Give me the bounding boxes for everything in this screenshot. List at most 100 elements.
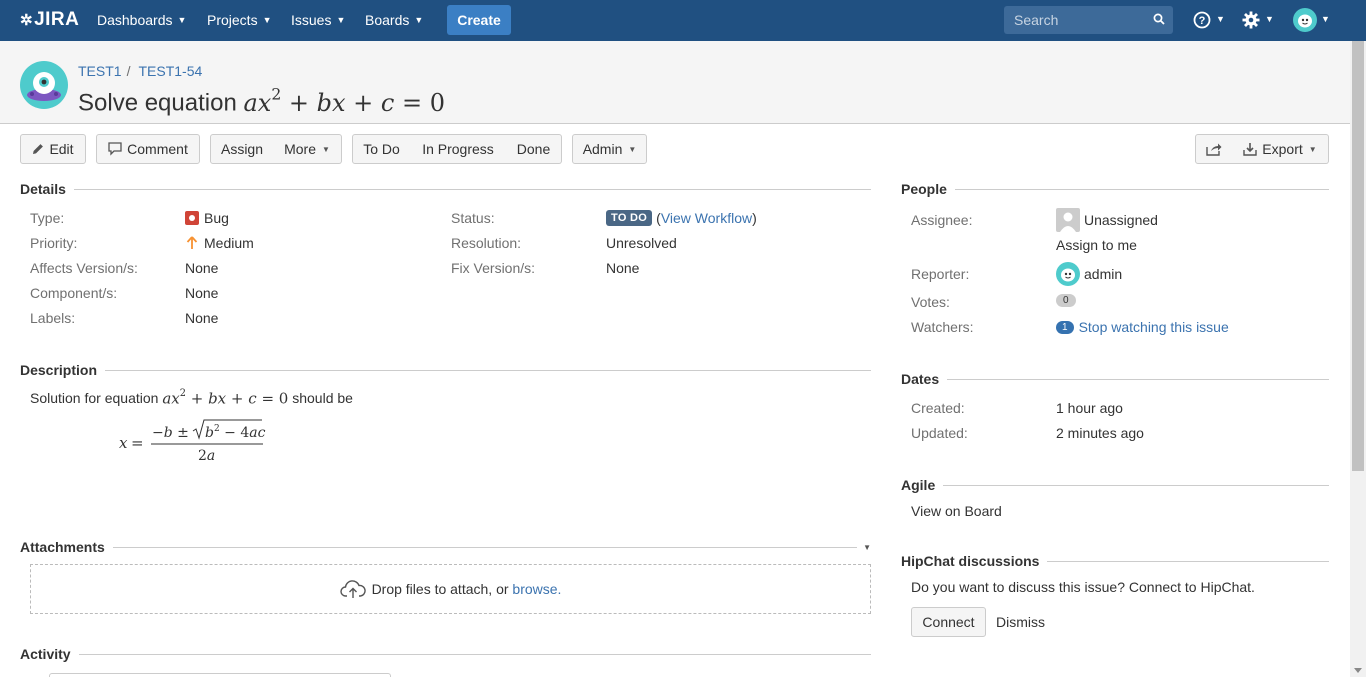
status-lozenge: TO DO — [606, 210, 653, 226]
divider — [73, 188, 871, 190]
breadcrumb-issue-link[interactable]: TEST1-54 — [138, 63, 202, 79]
type-value[interactable]: Bug — [185, 210, 229, 226]
watchers-count-badge[interactable]: 1 — [1056, 320, 1074, 334]
connect-button[interactable]: Connect — [911, 607, 986, 637]
attachments-section-header[interactable]: Attachments ▼ — [20, 539, 871, 555]
dates-heading: Dates — [901, 371, 940, 387]
done-transition-button[interactable]: Done — [506, 134, 562, 164]
affects-versions-value[interactable]: None — [185, 260, 218, 276]
chevron-down-icon: ▼ — [262, 15, 272, 25]
nav-dashboards-label: Dashboards — [97, 12, 173, 28]
in-progress-transition-button[interactable]: In Progress — [410, 134, 507, 164]
comment-button-label: Comment — [127, 141, 188, 157]
activity-tabs[interactable] — [49, 673, 391, 677]
nav-boards[interactable]: Boards ▼ — [365, 12, 423, 28]
page-scrollbar[interactable] — [1350, 41, 1366, 677]
details-section-header[interactable]: Details — [20, 181, 871, 197]
fix-versions-value[interactable]: None — [606, 260, 639, 276]
divider — [947, 378, 1329, 380]
reporter-avatar-icon — [1056, 262, 1080, 286]
nav-issues-label: Issues — [291, 12, 332, 28]
svg-text:−b ±: −b ± — [152, 425, 189, 441]
gear-icon[interactable] — [1242, 11, 1260, 29]
agile-section-header[interactable]: Agile — [901, 477, 1329, 493]
components-value[interactable]: None — [185, 285, 218, 301]
scroll-down-arrow-icon[interactable] — [1354, 668, 1362, 673]
breadcrumb-project-link[interactable]: TEST1 — [78, 63, 122, 79]
assignee-label: Assignee: — [911, 212, 973, 228]
comment-button[interactable]: Comment — [96, 134, 200, 164]
description-body[interactable]: Solution for equation ax2 + bx + c = 0 s… — [30, 388, 353, 407]
fix-versions-label: Fix Version/s: — [451, 260, 536, 276]
search-icon[interactable] — [1153, 13, 1165, 25]
attachments-options-chevron-icon[interactable]: ▼ — [863, 543, 871, 552]
cloud-upload-icon — [339, 580, 366, 598]
issue-title-text: Solve equation — [78, 89, 237, 117]
user-chevron-down-icon[interactable]: ▼ — [1321, 14, 1330, 24]
view-workflow-link[interactable]: View Workflow — [661, 210, 752, 226]
issue-summary-title[interactable]: Solve equation ax2 + bx + c = 0 — [78, 85, 445, 118]
more-button[interactable]: More ▼ — [273, 134, 342, 164]
watchers-label: Watchers: — [911, 319, 974, 335]
priority-value[interactable]: Medium — [185, 235, 254, 251]
assignee-value[interactable]: Unassigned — [1056, 208, 1158, 232]
activity-section-header[interactable]: Activity — [20, 646, 871, 662]
search-input[interactable] — [1004, 6, 1149, 34]
scrollbar-thumb[interactable] — [1352, 41, 1364, 471]
quadratic-formula-equation: x = −b ± b2 − 4ac 2a — [119, 419, 266, 464]
jira-logo[interactable]: ✲ JIRA — [20, 9, 79, 31]
divider — [943, 484, 1329, 486]
nav-projects-label: Projects — [207, 12, 258, 28]
reporter-value-text: admin — [1084, 266, 1123, 282]
nav-projects[interactable]: Projects ▼ — [207, 12, 272, 28]
edit-button[interactable]: Edit — [20, 134, 86, 164]
view-on-board-link[interactable]: View on Board — [911, 503, 1002, 519]
export-download-icon — [1243, 143, 1257, 156]
updated-value: 2 minutes ago — [1056, 425, 1144, 441]
svg-text:=: = — [131, 434, 144, 452]
share-icon — [1206, 143, 1222, 156]
reporter-value[interactable]: admin — [1056, 262, 1122, 286]
dismiss-link[interactable]: Dismiss — [996, 614, 1045, 630]
hipchat-prompt-text: Do you want to discuss this issue? Conne… — [911, 579, 1255, 595]
todo-transition-button[interactable]: To Do — [352, 134, 411, 164]
create-button[interactable]: Create — [447, 5, 511, 35]
watchers-value: 1 Stop watching this issue — [1056, 319, 1229, 335]
activity-heading: Activity — [20, 646, 71, 662]
labels-value[interactable]: None — [185, 310, 218, 326]
attachment-drop-zone[interactable]: Drop files to attach, or browse. — [30, 564, 871, 614]
nav-dashboards[interactable]: Dashboards ▼ — [97, 12, 186, 28]
browse-link[interactable]: browse. — [512, 581, 561, 597]
description-text-before: Solution for equation — [30, 389, 159, 406]
help-icon[interactable]: ? — [1193, 11, 1211, 29]
export-button[interactable]: Export ▼ — [1232, 134, 1329, 164]
dates-section-header[interactable]: Dates — [901, 371, 1329, 387]
project-avatar-icon[interactable] — [20, 61, 68, 109]
resolution-label: Resolution: — [451, 235, 522, 251]
votes-value[interactable]: 0 — [1056, 294, 1076, 307]
jira-logo-icon: ✲ — [20, 12, 34, 29]
divider — [954, 188, 1329, 190]
chevron-down-icon: ▼ — [321, 144, 330, 154]
description-heading: Description — [20, 362, 98, 378]
status-value: TO DO(View Workflow) — [606, 210, 757, 226]
hipchat-section-header[interactable]: HipChat discussions — [901, 553, 1329, 569]
nav-issues[interactable]: Issues ▼ — [291, 12, 345, 28]
workflow-paren-close: ) — [752, 210, 757, 226]
export-button-label: Export — [1262, 141, 1303, 157]
chevron-down-icon: ▼ — [628, 144, 637, 154]
admin-button[interactable]: Admin ▼ — [572, 134, 647, 164]
stop-watching-link[interactable]: Stop watching this issue — [1079, 319, 1229, 335]
issue-header: TEST1/ TEST1-54 Solve equation ax2 + bx +… — [0, 41, 1350, 124]
votes-count-badge: 0 — [1056, 294, 1076, 307]
description-section-header[interactable]: Description — [20, 362, 871, 378]
user-avatar-icon[interactable] — [1293, 8, 1317, 32]
share-button[interactable] — [1195, 134, 1233, 164]
breadcrumb: TEST1/ TEST1-54 — [78, 63, 202, 79]
assign-button[interactable]: Assign — [210, 134, 274, 164]
help-chevron-down-icon[interactable]: ▼ — [1216, 14, 1225, 24]
assign-to-me-link[interactable]: Assign to me — [1056, 237, 1137, 253]
people-section-header[interactable]: People — [901, 181, 1329, 197]
svg-text:x: x — [119, 434, 128, 452]
settings-chevron-down-icon[interactable]: ▼ — [1265, 14, 1274, 24]
